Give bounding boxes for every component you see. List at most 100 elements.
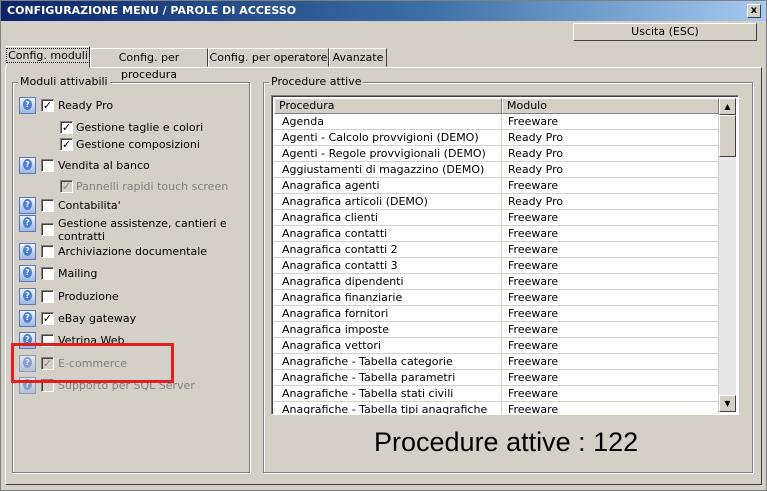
table-row[interactable]: Anagrafiche - Tabella stati civili Freewa… — [274, 386, 719, 402]
cell-modulo: Freeware — [502, 386, 719, 402]
table-row[interactable]: Anagrafica agenti Freeware — [274, 178, 719, 194]
cell-procedura: Aggiustamenti di magazzino (DEMO) — [274, 162, 502, 178]
modules-group-title: Moduli attivabili — [18, 75, 110, 88]
table-row[interactable]: Anagrafica imposte Freeware — [274, 322, 719, 338]
cell-modulo: Freeware — [502, 114, 719, 130]
cell-modulo: Freeware — [502, 370, 719, 386]
window-title: CONFIGURAZIONE MENU / PAROLE DI ACCESSO — [7, 4, 297, 17]
tab-avanzate[interactable]: Avanzate — [329, 48, 387, 67]
module-label: Vendita al banco — [58, 159, 150, 172]
cell-modulo: Freeware — [502, 290, 719, 306]
highlight-box — [11, 343, 174, 383]
help-icon[interactable] — [19, 310, 36, 327]
close-button[interactable]: x — [747, 4, 761, 18]
cell-modulo: Freeware — [502, 402, 719, 414]
cell-procedura: Anagrafiche - Tabella parametri — [274, 370, 502, 386]
help-icon[interactable] — [19, 265, 36, 282]
table-row[interactable]: Anagrafica finanziarie Freeware — [274, 290, 719, 306]
tab-config-procedura[interactable]: Config. per procedura — [90, 48, 208, 81]
cell-modulo: Ready Pro — [502, 162, 719, 178]
cell-procedura: Anagrafica articoli (DEMO) — [274, 194, 502, 210]
cell-modulo: Freeware — [502, 338, 719, 354]
help-icon[interactable] — [19, 157, 36, 174]
help-icon[interactable] — [19, 215, 36, 232]
cell-modulo: Freeware — [502, 354, 719, 370]
module-checkbox[interactable]: ✓ — [60, 138, 73, 151]
cell-procedura: Agenti - Calcolo provvigioni (DEMO) — [274, 130, 502, 146]
table-row[interactable]: Anagrafica articoli (DEMO) Ready Pro — [274, 194, 719, 210]
scroll-up-icon[interactable]: ▲ — [719, 98, 736, 115]
module-label: Gestione composizioni — [76, 138, 200, 151]
config-window: CONFIGURAZIONE MENU / PAROLE DI ACCESSO … — [0, 0, 767, 491]
procedures-table[interactable]: Procedura Modulo Agenda Freeware Agenti - … — [271, 95, 739, 415]
table-row[interactable]: Anagrafica contatti Freeware — [274, 226, 719, 242]
tab-config-operatore[interactable]: Config. per operatore — [208, 48, 329, 67]
module-checkbox[interactable] — [41, 199, 54, 212]
cell-modulo: Ready Pro — [502, 146, 719, 162]
cell-modulo: Ready Pro — [502, 194, 719, 210]
cell-modulo: Freeware — [502, 274, 719, 290]
table-row[interactable]: Anagrafica clienti Freeware — [274, 210, 719, 226]
procedure-count: Procedure attive : 122 — [374, 427, 639, 457]
module-checkbox[interactable] — [41, 223, 54, 236]
cell-procedura: Anagrafica imposte — [274, 322, 502, 338]
help-icon[interactable] — [19, 197, 36, 214]
table-row[interactable]: Agenti - Regole provvigionali (DEMO) Read… — [274, 146, 719, 162]
module-label: Contabilita' — [58, 199, 121, 212]
help-icon[interactable] — [19, 288, 36, 305]
cell-procedura: Anagrafica contatti 3 — [274, 258, 502, 274]
module-checkbox[interactable] — [41, 159, 54, 172]
cell-procedura: Anagrafiche - Tabella tipi anagrafiche — [274, 402, 502, 414]
cell-modulo: Freeware — [502, 306, 719, 322]
cell-procedura: Anagrafica clienti — [274, 210, 502, 226]
module-checkbox[interactable] — [41, 290, 54, 303]
module-label: Mailing — [58, 267, 98, 280]
module-label: eBay gateway — [58, 312, 137, 325]
table-row[interactable]: Anagrafiche - Tabella tipi anagrafiche Fr… — [274, 402, 719, 414]
table-row[interactable]: Anagrafica contatti 2 Freeware — [274, 242, 719, 258]
help-icon[interactable] — [19, 243, 36, 260]
cell-procedura: Anagrafica agenti — [274, 178, 502, 194]
cell-modulo: Freeware — [502, 322, 719, 338]
title-bar: CONFIGURAZIONE MENU / PAROLE DI ACCESSO … — [1, 1, 766, 21]
cell-modulo: Freeware — [502, 242, 719, 258]
module-checkbox[interactable]: ✓ — [41, 312, 54, 325]
cell-modulo: Freeware — [502, 210, 719, 226]
help-icon[interactable] — [19, 97, 36, 114]
cell-modulo: Freeware — [502, 226, 719, 242]
cell-modulo: Ready Pro — [502, 130, 719, 146]
module-label: contratti — [58, 230, 106, 243]
vertical-scrollbar[interactable]: ▲ ▼ — [719, 98, 736, 412]
table-row[interactable]: Anagrafiche - Tabella categorie Freeware — [274, 354, 719, 370]
module-checkbox[interactable] — [41, 245, 54, 258]
table-row[interactable]: Anagrafica dipendenti Freeware — [274, 274, 719, 290]
cell-procedura: Agenda — [274, 114, 502, 130]
cell-procedura: Anagrafica vettori — [274, 338, 502, 354]
module-checkbox[interactable]: ✓ — [60, 121, 73, 134]
table-row[interactable]: Anagrafiche - Tabella parametri Freeware — [274, 370, 719, 386]
cell-procedura: Anagrafica contatti — [274, 226, 502, 242]
module-label: Gestione assistenze, cantieri e — [58, 217, 227, 230]
table-row[interactable]: Anagrafica vettori Freeware — [274, 338, 719, 354]
table-row[interactable]: Agenti - Calcolo provvigioni (DEMO) Ready… — [274, 130, 719, 146]
table-row[interactable]: Agenda Freeware — [274, 114, 719, 130]
cell-procedura: Agenti - Regole provvigionali (DEMO) — [274, 146, 502, 162]
cell-procedura: Anagrafica finanziarie — [274, 290, 502, 306]
exit-button[interactable]: Uscita (ESC) — [573, 23, 757, 41]
module-checkbox[interactable]: ✓ — [60, 180, 73, 193]
column-header-modulo[interactable]: Modulo — [502, 98, 719, 114]
table-row[interactable]: Anagrafica contatti 3 Freeware — [274, 258, 719, 274]
table-row[interactable]: Anagrafica fornitori Freeware — [274, 306, 719, 322]
module-checkbox[interactable] — [41, 267, 54, 280]
scroll-down-icon[interactable]: ▼ — [719, 395, 736, 412]
module-checkbox[interactable]: ✓ — [41, 99, 54, 112]
cell-modulo: Freeware — [502, 258, 719, 274]
table-row[interactable]: Aggiustamenti di magazzino (DEMO) Ready P… — [274, 162, 719, 178]
column-header-procedura[interactable]: Procedura — [274, 98, 502, 114]
cell-procedura: Anagrafica dipendenti — [274, 274, 502, 290]
tab-label: Config. moduli — [6, 48, 90, 63]
cell-procedura: Anagrafica contatti 2 — [274, 242, 502, 258]
tab-config-moduli[interactable]: Config. moduli — [6, 46, 90, 68]
scroll-thumb[interactable] — [719, 115, 736, 157]
table-header: Procedura Modulo — [274, 98, 719, 114]
